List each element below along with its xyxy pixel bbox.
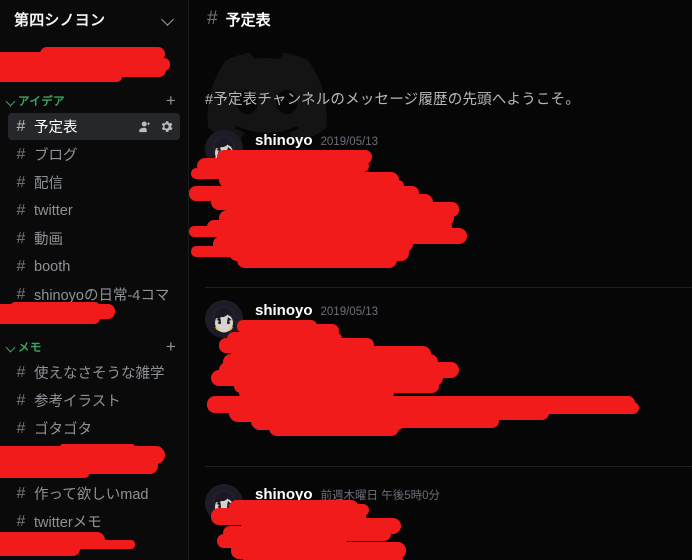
category-header-idea[interactable]: アイデア + [0, 90, 188, 112]
message-author[interactable]: shinoyo [255, 132, 313, 149]
hash-icon: # [16, 145, 26, 163]
page-title: 予定表 [225, 11, 271, 29]
sidebar-item-douga[interactable]: # 動画 [8, 225, 180, 252]
channel-label: 動画 [34, 232, 63, 248]
sidebar-item-shinoyo-nichijou[interactable]: # shinoyoの日常-4コマ [8, 281, 180, 308]
sidebar-item-yoteihyou[interactable]: # 予定表 [8, 113, 180, 140]
hash-icon: # [16, 229, 26, 247]
redaction-stroke-sidebar-memo [0, 444, 165, 478]
hash-icon: # [16, 419, 26, 437]
sidebar-item-tsukutte-hoshii-mad[interactable]: # 作って欲しいmad [8, 480, 180, 507]
channel-label: twitter [34, 202, 73, 219]
chevron-down-icon [7, 96, 18, 107]
sidebar-item-haishin[interactable]: # 配信 [8, 169, 180, 196]
avatar[interactable] [205, 484, 243, 522]
sidebar-item-sankou-illust[interactable]: # 参考イラスト [8, 387, 180, 414]
sidebar-item-gotagota[interactable]: # ゴタゴタ [8, 415, 180, 442]
hash-icon: # [16, 201, 26, 219]
message-author[interactable]: shinoyo [255, 486, 313, 503]
hash-icon: # [207, 8, 218, 29]
message-timestamp: 前週木曜日 午後5時0分 [320, 490, 441, 502]
welcome-message: #予定表チャンネルのメッセージ履歴の先頭へようこそ。 [205, 92, 581, 108]
hash-icon: # [16, 363, 26, 381]
category-header-memo[interactable]: メモ + [0, 336, 188, 358]
channel-label: ブログ [34, 148, 78, 164]
message-timestamp: 2019/05/13 [320, 136, 379, 148]
gear-icon[interactable] [159, 119, 174, 134]
hash-icon: # [16, 512, 26, 530]
sidebar-item-booth[interactable]: # booth [8, 253, 180, 280]
sidebar-item-blog[interactable]: # ブログ [8, 141, 180, 168]
channel-label: booth [34, 258, 71, 275]
redaction-stroke-message-2 [207, 320, 639, 436]
message-author[interactable]: shinoyo [255, 302, 313, 319]
channel-label: 配信 [34, 176, 63, 192]
sidebar-item-twitter-memo[interactable]: # twitterメモ [8, 508, 180, 535]
channel-label: 使えなさそうな雑学 [34, 366, 165, 382]
chevron-down-icon[interactable] [162, 12, 176, 26]
sidebar-item-twitter[interactable]: # twitter [8, 197, 180, 224]
add-channel-button[interactable]: + [164, 338, 178, 355]
channel-label: 予定表 [34, 120, 78, 136]
message-divider [205, 287, 692, 288]
hash-icon: # [16, 257, 26, 275]
redaction-stroke-message-1 [189, 150, 467, 268]
add-member-icon[interactable] [138, 119, 153, 134]
guild-header[interactable]: 第四シノヨン [0, 0, 188, 38]
hash-icon: # [16, 285, 26, 303]
channel-label: ゴタゴタ [34, 422, 92, 438]
channel-label: 参考イラスト [34, 394, 121, 410]
add-channel-button[interactable]: + [164, 92, 178, 109]
channel-label: twitterメモ [34, 515, 102, 531]
hash-icon: # [16, 173, 26, 191]
hash-icon: # [16, 484, 26, 502]
category-label: アイデア [18, 96, 66, 108]
redaction-stroke-message-3 [211, 500, 406, 560]
hash-icon: # [16, 391, 26, 409]
channel-sidebar: 第四シノヨン アイデア + # 予定表 # ブログ # 配信 # twitter… [0, 0, 189, 560]
hash-icon: # [16, 117, 26, 135]
guild-name: 第四シノヨン [14, 11, 106, 29]
chevron-down-icon [7, 342, 18, 353]
channel-label: shinoyoの日常-4コマ [34, 288, 170, 304]
channel-label: 作って欲しいmad [34, 487, 149, 503]
message-divider [205, 466, 692, 467]
discord-window: 第四シノヨン アイデア + # 予定表 # ブログ # 配信 # twitter… [0, 0, 692, 560]
avatar[interactable] [205, 130, 243, 168]
redaction-stroke-sidebar-top [0, 47, 170, 82]
avatar[interactable] [205, 300, 243, 338]
category-label: メモ [18, 342, 42, 354]
sidebar-item-zatsugaku[interactable]: # 使えなさそうな雑学 [8, 359, 180, 386]
message-timestamp: 2019/05/13 [320, 306, 379, 318]
message-pane: # 予定表 #予定表チャンネルのメッセージ履歴の先頭へようこそ。 shinoyo… [189, 0, 692, 560]
channel-header: # 予定表 [189, 0, 692, 38]
